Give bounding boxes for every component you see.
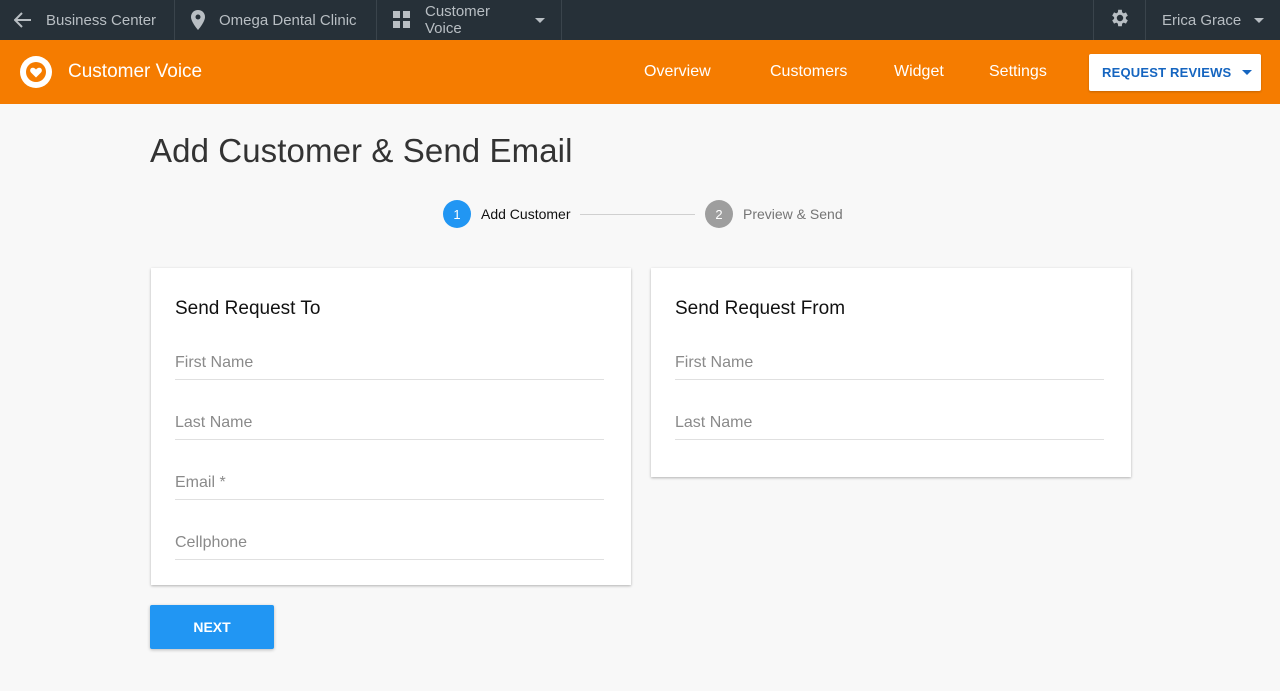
to-email-input[interactable] [175, 458, 604, 499]
nav-overview[interactable]: Overview [644, 40, 711, 104]
request-reviews-label: REQUEST REVIEWS [1102, 65, 1232, 80]
from-first-name-input[interactable] [675, 338, 1104, 379]
arrow-left-icon [14, 12, 32, 28]
from-last-name-field [675, 398, 1104, 440]
back-label: Business Center [46, 11, 157, 29]
chevron-down-icon [1254, 17, 1264, 23]
app-title: Customer Voice [68, 61, 203, 82]
grid-icon [393, 11, 411, 29]
stepper: 1 Add Customer 2 Preview & Send [443, 200, 843, 228]
to-last-name-input[interactable] [175, 398, 604, 439]
app-switcher-label: Customer Voice [425, 3, 491, 37]
to-first-name-input[interactable] [175, 338, 604, 379]
page-title: Add Customer & Send Email [150, 132, 573, 169]
nav-customers[interactable]: Customers [770, 40, 847, 104]
send-request-from-title: Send Request From [675, 298, 846, 319]
app-switcher[interactable]: Customer Voice [377, 0, 562, 40]
send-request-to-title: Send Request To [175, 298, 321, 319]
nav-widget[interactable]: Widget [894, 40, 944, 104]
request-reviews-button[interactable]: REQUEST REVIEWS [1089, 54, 1261, 91]
app-bar: Customer Voice Overview Customers Widget… [0, 40, 1280, 104]
nav-settings[interactable]: Settings [989, 40, 1047, 104]
send-request-to-card: Send Request To [151, 268, 631, 585]
top-bar: Business Center Omega Dental Clinic Cust… [0, 0, 1280, 40]
settings-gear-button[interactable] [1093, 0, 1145, 40]
chevron-down-icon [535, 17, 545, 23]
to-last-name-field [175, 398, 604, 440]
gear-icon [1109, 7, 1131, 33]
location-selector[interactable]: Omega Dental Clinic [175, 0, 377, 40]
user-name: Erica Grace [1162, 11, 1242, 29]
user-menu[interactable]: Erica Grace [1145, 0, 1280, 40]
to-first-name-field [175, 338, 604, 380]
from-first-name-field [675, 338, 1104, 380]
to-email-field [175, 458, 604, 500]
to-cellphone-field [175, 518, 604, 560]
step-2-badge: 2 [705, 200, 733, 228]
to-cellphone-input[interactable] [175, 518, 604, 559]
step-1-badge: 1 [443, 200, 471, 228]
back-to-business-center[interactable]: Business Center [0, 0, 175, 40]
customer-voice-logo-icon [20, 56, 52, 88]
step-1-label: Add Customer [481, 206, 571, 222]
next-button[interactable]: NEXT [150, 605, 274, 649]
location-label: Omega Dental Clinic [219, 11, 357, 29]
step-2-label: Preview & Send [743, 206, 843, 222]
send-request-from-card: Send Request From [651, 268, 1131, 477]
chevron-down-icon [1242, 70, 1253, 75]
location-pin-icon [191, 10, 205, 30]
stepper-connector [580, 214, 695, 215]
from-last-name-input[interactable] [675, 398, 1104, 439]
